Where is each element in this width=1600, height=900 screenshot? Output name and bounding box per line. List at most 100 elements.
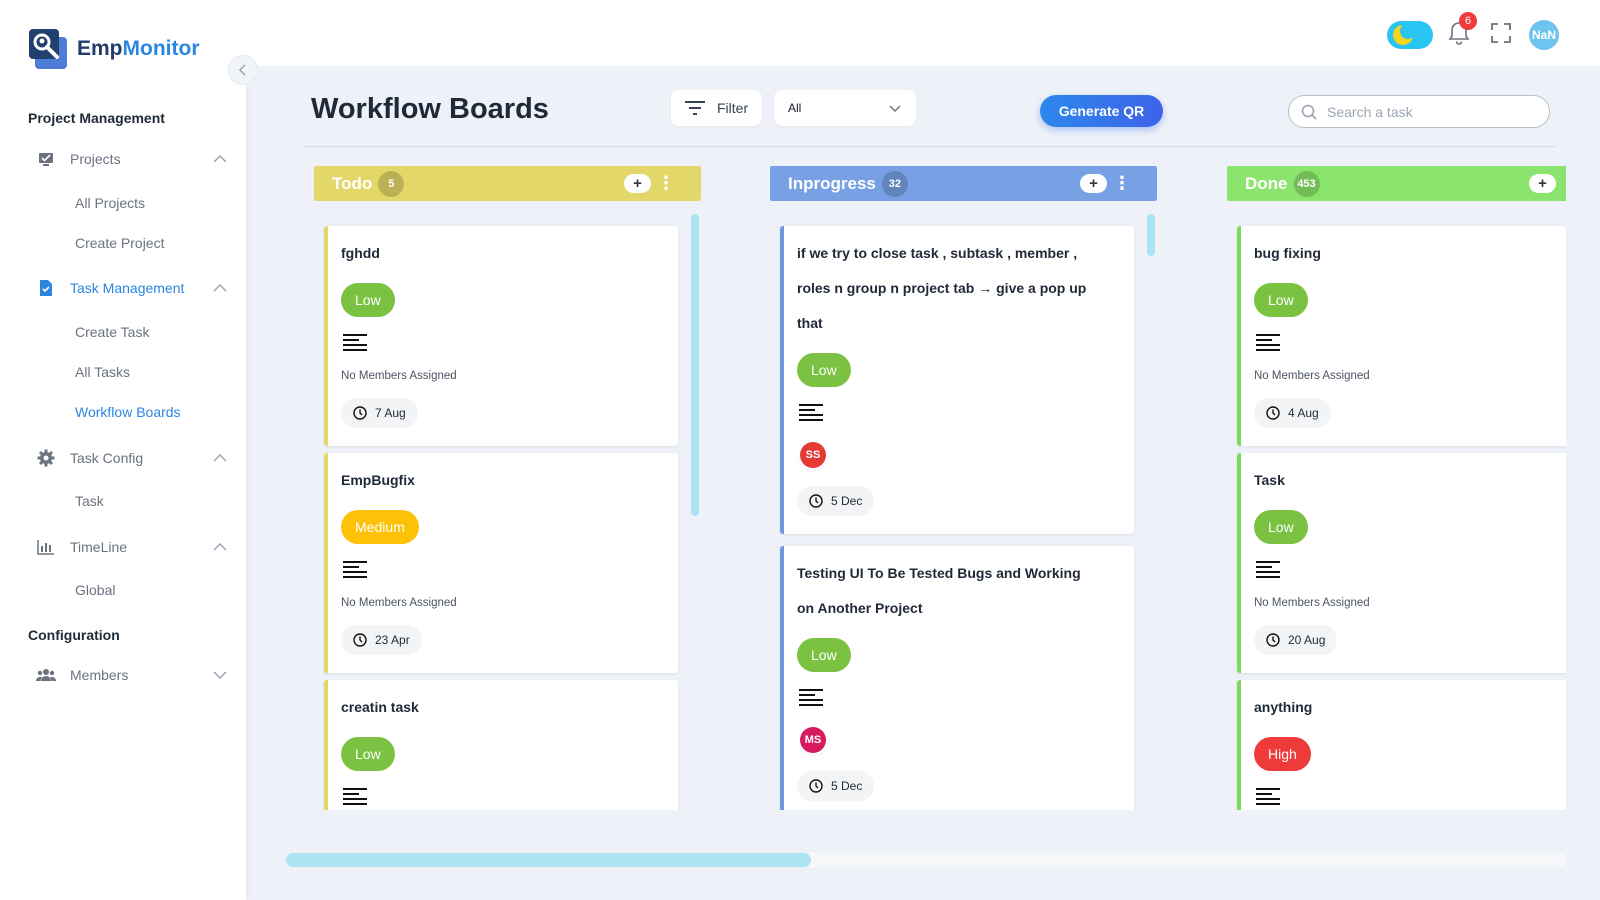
task-card[interactable]: fghdd Low No Members Assigned 7 Aug <box>324 226 678 446</box>
notification-badge: 6 <box>1459 12 1477 30</box>
due-date-text: 7 Aug <box>375 406 406 420</box>
due-date-text: 4 Aug <box>1288 406 1319 420</box>
assignee-avatar[interactable]: SS <box>800 442 826 468</box>
members-status: No Members Assigned <box>1254 597 1370 609</box>
members-status: No Members Assigned <box>341 370 457 382</box>
sidebar-item-all-tasks[interactable]: All Tasks <box>75 364 130 380</box>
priority-badge: Low <box>1254 283 1308 317</box>
add-task-button[interactable]: + <box>624 174 651 193</box>
due-date-text: 5 Dec <box>831 494 863 508</box>
workflow-board: Todo 5 + ⋮ fghdd Low No Members Assigned… <box>302 150 1566 810</box>
task-card[interactable]: anything High <box>1237 680 1566 810</box>
sidebar-item-label: Task Config <box>70 450 144 466</box>
priority-badge: Medium <box>341 510 419 544</box>
description-icon <box>343 334 367 351</box>
assignee-avatar[interactable]: MS <box>800 727 826 753</box>
chevron-up-icon[interactable] <box>212 151 228 167</box>
task-card[interactable]: Testing UI To Be Tested Bugs and Working… <box>780 546 1134 810</box>
fullscreen-icon[interactable] <box>1490 22 1512 44</box>
search-input[interactable]: Search a task <box>1288 95 1550 128</box>
search-placeholder: Search a task <box>1327 103 1413 120</box>
card-accent <box>780 546 784 810</box>
sidebar-collapse-button[interactable] <box>228 55 258 85</box>
clock-icon <box>1266 633 1280 647</box>
bar-chart-icon <box>36 537 56 557</box>
add-task-button[interactable]: + <box>1529 174 1556 193</box>
sidebar-item-workflow-boards[interactable]: Workflow Boards <box>75 404 181 420</box>
sidebar-item-task-config[interactable]: Task Config <box>36 445 228 471</box>
clock-icon <box>353 633 367 647</box>
task-title: EmpBugfix <box>341 472 415 488</box>
logo-icon <box>29 29 67 69</box>
gear-icon <box>36 448 56 468</box>
task-card[interactable]: if we try to close task , subtask , memb… <box>780 226 1134 534</box>
sidebar-item-projects[interactable]: Projects <box>36 146 228 172</box>
add-task-button[interactable]: + <box>1080 174 1107 193</box>
clock-icon <box>1266 406 1280 420</box>
sidebar-item-label: Members <box>70 667 129 683</box>
chevron-left-icon <box>238 64 246 76</box>
description-icon <box>343 561 367 578</box>
column-title: Todo <box>332 173 373 193</box>
task-card[interactable]: Task Low No Members Assigned 20 Aug <box>1237 453 1566 673</box>
task-card[interactable]: creatin task Low <box>324 680 678 810</box>
user-avatar[interactable]: NaN <box>1529 20 1559 50</box>
search-icon <box>1301 104 1317 120</box>
task-title: Task <box>1254 472 1285 488</box>
select-value: All <box>788 101 802 115</box>
column-header-done: Done 453 + <box>1227 166 1566 201</box>
page-title: Workflow Boards <box>311 93 549 125</box>
status-select[interactable]: All <box>774 90 916 126</box>
header-divider <box>302 146 1556 147</box>
priority-badge: Low <box>341 737 395 771</box>
column-count: 5 <box>378 170 405 197</box>
column-title: Done <box>1245 173 1288 193</box>
column-scrollbar[interactable] <box>691 214 699 516</box>
chevron-up-icon[interactable] <box>212 539 228 555</box>
app-logo[interactable]: EmpMonitor <box>27 27 200 71</box>
more-options-icon[interactable]: ⋮ <box>657 172 675 194</box>
task-title-line: Testing UI To Be Tested Bugs and Working <box>797 565 1081 581</box>
brand-name: EmpMonitor <box>77 37 200 60</box>
task-card[interactable]: bug fixing Low No Members Assigned 4 Aug <box>1237 226 1566 446</box>
sidebar-item-task[interactable]: Task <box>75 493 104 509</box>
theme-toggle[interactable] <box>1387 21 1433 49</box>
task-card[interactable]: EmpBugfix Medium No Members Assigned 23 … <box>324 453 678 673</box>
task-title-line: roles n group n project tab → give a pop… <box>797 280 1087 296</box>
sidebar-item-create-project[interactable]: Create Project <box>75 235 164 251</box>
users-icon <box>36 665 56 685</box>
sidebar-item-timeline[interactable]: TimeLine <box>36 534 228 560</box>
column-scrollbar[interactable] <box>1147 214 1155 256</box>
sidebar-item-all-projects[interactable]: All Projects <box>75 195 145 211</box>
members-status: No Members Assigned <box>341 597 457 609</box>
members-status: No Members Assigned <box>1254 370 1370 382</box>
chevron-down-icon[interactable] <box>212 667 228 683</box>
sidebar-item-global[interactable]: Global <box>75 582 115 598</box>
chevron-up-icon[interactable] <box>212 450 228 466</box>
chevron-down-icon <box>889 105 901 113</box>
section-project-management: Project Management <box>28 110 165 126</box>
due-date: 5 Dec <box>797 486 875 516</box>
filter-button[interactable]: Filter <box>671 90 762 126</box>
column-title: Inprogress <box>788 173 876 193</box>
description-icon <box>1256 334 1280 351</box>
description-icon <box>799 404 823 421</box>
clock-icon <box>353 406 367 420</box>
due-date: 23 Apr <box>341 625 422 655</box>
task-title: creatin task <box>341 699 419 715</box>
clock-icon <box>809 779 823 793</box>
sidebar-item-task-management[interactable]: Task Management <box>36 275 228 301</box>
board-horizontal-scroll-thumb[interactable] <box>286 853 811 867</box>
sidebar-item-members[interactable]: Members <box>36 662 228 688</box>
card-accent <box>780 226 784 534</box>
sidebar-item-label: TimeLine <box>70 539 128 555</box>
task-title: fghdd <box>341 245 380 261</box>
generate-qr-button[interactable]: Generate QR <box>1040 95 1163 127</box>
more-options-icon[interactable]: ⋮ <box>1113 172 1131 194</box>
sidebar-item-create-task[interactable]: Create Task <box>75 324 149 340</box>
chevron-up-icon[interactable] <box>212 280 228 296</box>
due-date-text: 23 Apr <box>375 633 410 647</box>
task-title-line: that <box>797 315 823 331</box>
card-accent <box>1237 680 1241 810</box>
task-title-line: on Another Project <box>797 600 923 616</box>
